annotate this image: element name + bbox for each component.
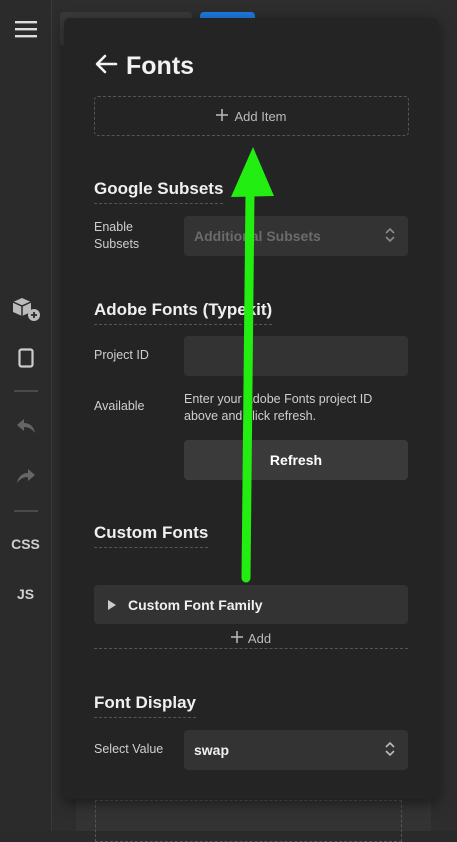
mobile-preview-icon[interactable] — [0, 344, 51, 372]
refresh-button[interactable]: Refresh — [184, 440, 408, 480]
undo-icon[interactable] — [0, 413, 51, 439]
select-value-label: Select Value — [94, 742, 164, 756]
subsets-select-value: Additional Subsets — [194, 228, 321, 244]
menu-icon[interactable] — [0, 14, 51, 44]
panel-header: Fonts — [94, 52, 194, 81]
font-display-select[interactable]: swap — [184, 730, 408, 770]
css-button[interactable]: CSS — [0, 533, 51, 555]
google-subsets-heading: Google Subsets — [94, 179, 224, 204]
add-item-label: Add Item — [234, 108, 287, 124]
js-button[interactable]: JS — [0, 583, 51, 605]
font-display-value: swap — [194, 742, 230, 758]
plus-icon — [216, 108, 229, 124]
project-id-label: Project ID — [94, 348, 149, 362]
background-placeholder — [95, 800, 402, 842]
caret-right-icon — [108, 597, 116, 613]
add-label: Add — [247, 630, 272, 646]
font-display-heading: Font Display — [94, 693, 197, 718]
adobe-fonts-heading: Adobe Fonts (Typekit) — [94, 300, 273, 325]
adobe-help-text: Enter your Adobe Fonts project ID above … — [184, 392, 373, 423]
custom-font-family-item[interactable]: Custom Font Family — [94, 585, 408, 624]
add-element-icon[interactable] — [0, 294, 51, 324]
updown-chevron-icon — [384, 741, 396, 760]
project-id-input[interactable] — [184, 336, 408, 376]
redo-icon[interactable] — [0, 463, 51, 489]
enable-subsets-label: Enable Subsets — [94, 220, 140, 251]
available-label: Available — [94, 399, 145, 413]
updown-chevron-icon — [384, 227, 396, 246]
add-item-button[interactable]: Add Item — [94, 96, 409, 136]
custom-fonts-heading: Custom Fonts — [94, 523, 209, 548]
back-arrow-icon[interactable] — [94, 52, 118, 81]
subsets-select[interactable]: Additional Subsets — [184, 216, 408, 256]
left-toolbar: CSS JS — [0, 0, 52, 831]
custom-font-family-label: Custom Font Family — [128, 596, 263, 613]
fonts-panel: Fonts Add Item Google Subsets Enable Sub… — [64, 18, 438, 799]
toolbar-divider — [14, 390, 38, 392]
panel-title: Fonts — [126, 52, 195, 80]
add-custom-font-button[interactable]: Add — [94, 628, 408, 649]
toolbar-divider — [14, 510, 38, 512]
plus-icon — [230, 630, 243, 646]
